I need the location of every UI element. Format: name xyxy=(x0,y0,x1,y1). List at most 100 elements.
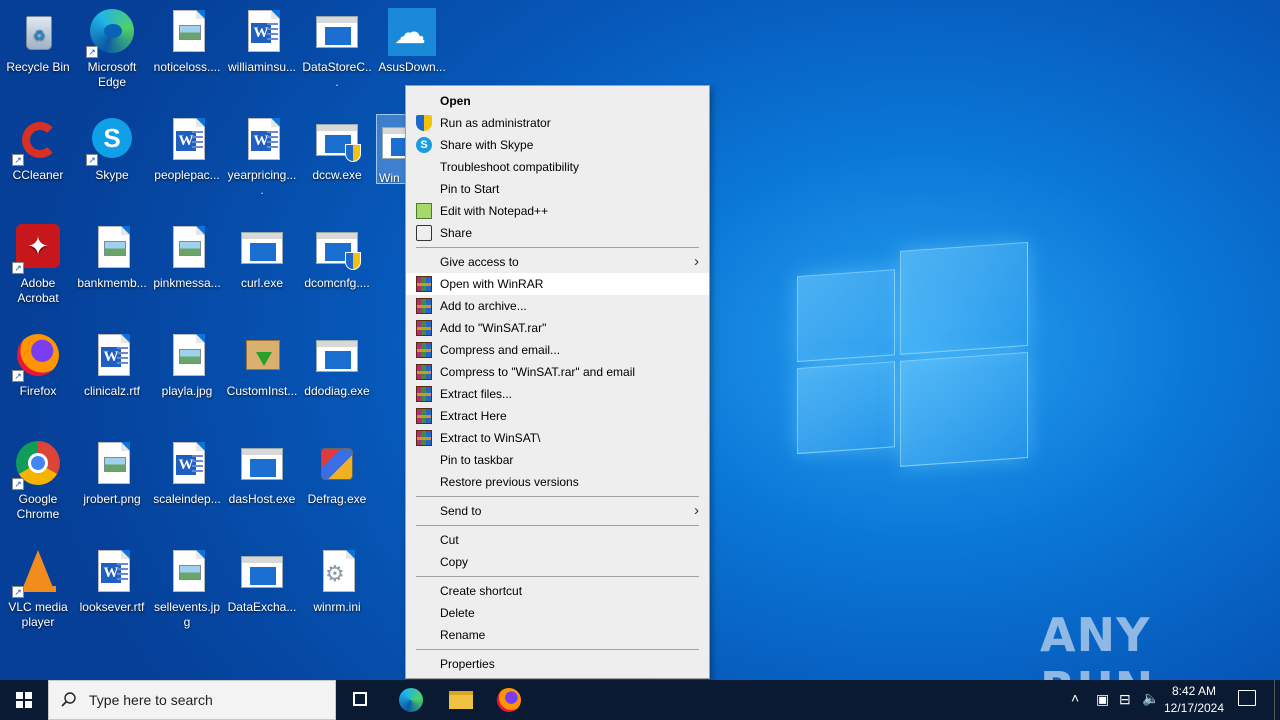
desktop-icon-defrag[interactable]: Defrag.exe xyxy=(299,436,375,507)
menu-item-copy[interactable]: Copy xyxy=(406,551,709,573)
icon-label: playla.jpg xyxy=(161,384,213,398)
desktop-icon-dcomcnfg[interactable]: dcomcnfg.... xyxy=(299,220,375,291)
menu-item-run-as-administrator[interactable]: Run as administrator xyxy=(406,112,709,134)
desktop-icon-custominst[interactable]: CustomInst... xyxy=(224,328,300,399)
skype-icon: S ↗ xyxy=(86,116,136,166)
taskbar-firefox[interactable] xyxy=(493,680,525,720)
menu-item-send-to[interactable]: Send to › xyxy=(406,500,709,522)
menu-label: Extract files... xyxy=(440,387,513,401)
taskbar-search-box[interactable]: Type here to search xyxy=(48,680,336,720)
menu-item-pin-to-start[interactable]: Pin to Start xyxy=(406,178,709,200)
desktop-icon-recycle-bin[interactable]: ♻ Recycle Bin xyxy=(0,4,76,75)
desktop-icon-pinkmessa[interactable]: pinkmessa... xyxy=(149,220,225,291)
menu-label: Pin to taskbar xyxy=(440,453,514,467)
word-document-icon: W xyxy=(163,440,211,488)
menu-item-rename[interactable]: Rename xyxy=(406,624,709,646)
desktop-icon-ddodiag[interactable]: ddodiag.exe xyxy=(299,328,375,399)
menu-item-compress-and-email[interactable]: Compress and email... xyxy=(406,339,709,361)
desktop-icon-playla[interactable]: playla.jpg xyxy=(149,328,225,399)
taskbar-clock[interactable]: 8:42 AM 12/17/2024 xyxy=(1158,683,1230,717)
icon-label: DataExcha... xyxy=(227,600,297,614)
desktop-icon-asusdown[interactable]: ☁ AsusDown... xyxy=(374,4,450,75)
clock-date: 12/17/2024 xyxy=(1163,701,1225,715)
menu-separator xyxy=(416,247,699,248)
menu-item-delete[interactable]: Delete xyxy=(406,602,709,624)
edge-icon xyxy=(399,688,423,712)
menu-label: Compress and email... xyxy=(440,343,561,357)
winrar-icon xyxy=(416,276,432,292)
icon-label: WinS xyxy=(379,171,400,184)
image-file-icon xyxy=(88,224,136,272)
icon-label: looksever.rtf xyxy=(79,600,145,614)
desktop-icon-winsat-selected[interactable]: WinS xyxy=(376,114,408,184)
desktop-icon-jrobert[interactable]: jrobert.png xyxy=(74,436,150,507)
desktop-icon-sellevents[interactable]: sellevents.jpg xyxy=(149,544,225,630)
menu-item-open-with-winrar[interactable]: Open with WinRAR xyxy=(406,273,709,295)
menu-label: Create shortcut xyxy=(440,584,523,598)
menu-item-extract-files[interactable]: Extract files... xyxy=(406,383,709,405)
menu-item-share-with-skype[interactable]: S Share with Skype xyxy=(406,134,709,156)
menu-item-extract-here[interactable]: Extract Here xyxy=(406,405,709,427)
desktop-icon-winrm[interactable]: ⚙ winrm.ini xyxy=(299,544,375,615)
menu-label: Pin to Start xyxy=(440,182,500,196)
desktop-icon-adobe-acrobat[interactable]: ✦ ↗ Adobe Acrobat xyxy=(0,220,76,306)
settings-file-icon: ⚙ xyxy=(313,548,361,596)
winrar-icon xyxy=(416,342,432,358)
desktop-icon-yearpricing[interactable]: W yearpricing.... xyxy=(224,112,300,198)
word-document-icon: W xyxy=(238,8,286,56)
desktop-icon-peoplepac[interactable]: W peoplepac... xyxy=(149,112,225,183)
desktop-icon-dashost[interactable]: dasHost.exe xyxy=(224,436,300,507)
menu-item-share[interactable]: Share xyxy=(406,222,709,244)
word-document-icon: W xyxy=(163,116,211,164)
menu-item-give-access-to[interactable]: Give access to › xyxy=(406,251,709,273)
taskbar-edge[interactable] xyxy=(395,680,427,720)
desktop-icon-bankmemb[interactable]: bankmemb... xyxy=(74,220,150,291)
winrar-icon xyxy=(416,298,432,314)
executable-icon xyxy=(238,440,286,488)
desktop-icon-vlc[interactable]: ↗ VLC media player xyxy=(0,544,76,630)
image-file-icon xyxy=(163,548,211,596)
chevron-up-icon[interactable]: ˄ xyxy=(1071,690,1079,706)
icon-label: winrm.ini xyxy=(313,600,361,614)
desktop-icon-google-chrome[interactable]: ↗ Google Chrome xyxy=(0,436,76,522)
menu-item-extract-to-winsat[interactable]: Extract to WinSAT\ xyxy=(406,427,709,449)
icon-label: sellevents.jpg xyxy=(153,600,221,629)
winrar-icon xyxy=(416,430,432,446)
menu-item-add-to-archive[interactable]: Add to archive... xyxy=(406,295,709,317)
meet-now-icon[interactable]: ▣ xyxy=(1096,691,1109,708)
desktop-icon-ccleaner[interactable]: ↗ CCleaner xyxy=(0,112,76,183)
volume-icon[interactable]: 🔈 xyxy=(1142,690,1159,707)
desktop-icon-datastorec[interactable]: DataStoreC... xyxy=(299,4,375,90)
menu-item-properties[interactable]: Properties xyxy=(406,653,709,675)
desktop-icon-dataexcha[interactable]: DataExcha... xyxy=(224,544,300,615)
clock-time: 8:42 AM xyxy=(1171,684,1217,698)
desktop-icon-looksever[interactable]: W looksever.rtf xyxy=(74,544,150,615)
menu-item-troubleshoot-compatibility[interactable]: Troubleshoot compatibility xyxy=(406,156,709,178)
menu-item-compress-to-winsat-rar-and-email[interactable]: Compress to "WinSAT.rar" and email xyxy=(406,361,709,383)
desktop-icon-williaminsu[interactable]: W williaminsu... xyxy=(224,4,300,75)
menu-item-restore-previous-versions[interactable]: Restore previous versions xyxy=(406,471,709,493)
network-icon[interactable]: ⊟ xyxy=(1119,691,1131,708)
desktop-icon-skype[interactable]: S ↗ Skype xyxy=(74,112,150,183)
start-button[interactable] xyxy=(0,680,48,720)
menu-item-open[interactable]: Open xyxy=(406,90,709,112)
desktop-icon-scaleindep[interactable]: W scaleindep... xyxy=(149,436,225,507)
desktop-icon-dccw[interactable]: dccw.exe xyxy=(299,112,375,183)
desktop-icon-microsoft-edge[interactable]: ↗ Microsoft Edge xyxy=(74,4,150,90)
menu-item-cut[interactable]: Cut xyxy=(406,529,709,551)
task-view-button[interactable] xyxy=(345,680,375,720)
vlc-icon: ↗ xyxy=(12,548,62,598)
menu-item-edit-with-notepadpp[interactable]: Edit with Notepad++ xyxy=(406,200,709,222)
chrome-icon: ↗ xyxy=(12,440,62,490)
menu-item-add-to-winsat-rar[interactable]: Add to "WinSAT.rar" xyxy=(406,317,709,339)
desktop-icon-noticeloss[interactable]: noticeloss.... xyxy=(149,4,225,75)
menu-label: Properties xyxy=(440,657,495,671)
menu-item-create-shortcut[interactable]: Create shortcut xyxy=(406,580,709,602)
desktop-icon-firefox[interactable]: ↗ Firefox xyxy=(0,328,76,399)
desktop-icon-curl[interactable]: curl.exe xyxy=(224,220,300,291)
taskbar-file-explorer[interactable] xyxy=(445,680,477,720)
desktop-icon-clinicalz[interactable]: W clinicalz.rtf xyxy=(74,328,150,399)
notifications-icon[interactable] xyxy=(1238,690,1256,706)
show-desktop-button[interactable] xyxy=(1274,680,1275,720)
menu-item-pin-to-taskbar[interactable]: Pin to taskbar xyxy=(406,449,709,471)
